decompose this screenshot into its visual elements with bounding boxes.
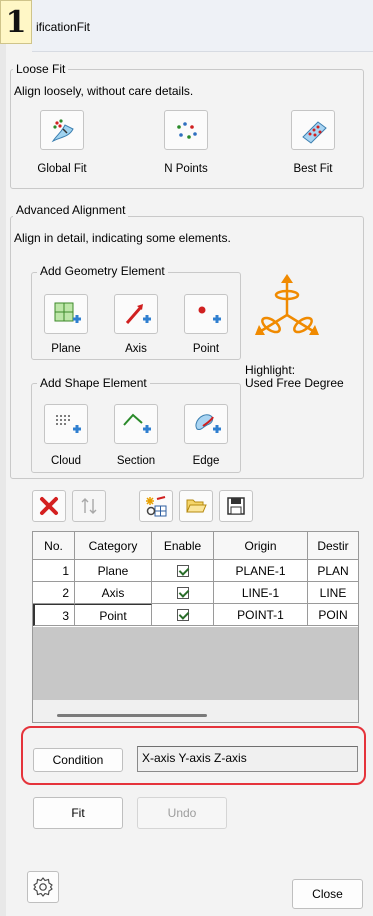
row-2-enable-checkbox[interactable] bbox=[176, 586, 189, 599]
advanced-alignment-description: Align in detail, indicating some element… bbox=[14, 231, 231, 245]
save-icon bbox=[227, 497, 245, 515]
section-add-icon bbox=[123, 413, 151, 433]
point-label: Point bbox=[192, 343, 220, 355]
window-title: ificationFit bbox=[36, 20, 91, 34]
column-header-no[interactable]: No. bbox=[33, 532, 75, 560]
n-points-label: N Points bbox=[164, 163, 208, 175]
axis-add-icon bbox=[125, 304, 151, 324]
table-settings-button[interactable] bbox=[139, 490, 173, 522]
row-1-enable-checkbox[interactable] bbox=[176, 564, 189, 577]
row-2-enable[interactable] bbox=[152, 582, 214, 604]
loose-fit-description: Align loosely, without care details. bbox=[14, 84, 194, 98]
plane-add-icon bbox=[54, 302, 81, 323]
open-folder-button[interactable] bbox=[179, 490, 213, 522]
table-settings-icon bbox=[146, 496, 167, 517]
condition-field[interactable]: X-axis Y-axis Z-axis bbox=[137, 746, 358, 772]
n-points-button[interactable] bbox=[164, 110, 208, 150]
advanced-alignment-legend: Advanced Alignment bbox=[13, 203, 129, 217]
row-1-destination[interactable]: PLAN bbox=[308, 560, 358, 582]
settings-button[interactable] bbox=[27, 871, 59, 903]
column-header-destination[interactable]: Destir bbox=[308, 532, 358, 560]
row-1-no[interactable]: 1 bbox=[33, 560, 75, 582]
add-section-button[interactable] bbox=[114, 404, 158, 444]
window-edge bbox=[0, 44, 6, 916]
global-fit-button[interactable] bbox=[40, 110, 84, 150]
gear-icon bbox=[33, 877, 53, 897]
step-badge: 1 bbox=[0, 0, 32, 44]
highlight-label: Highlight: Used Free Degree bbox=[245, 364, 344, 390]
plane-label: Plane bbox=[51, 343, 81, 355]
row-1-category[interactable]: Plane bbox=[75, 560, 152, 582]
add-cloud-button[interactable] bbox=[44, 404, 88, 444]
undo-button[interactable]: Undo bbox=[137, 797, 227, 829]
row-1-origin[interactable]: PLANE-1 bbox=[214, 560, 308, 582]
add-edge-button[interactable] bbox=[184, 404, 228, 444]
add-plane-button[interactable] bbox=[44, 294, 88, 334]
sort-button[interactable] bbox=[72, 490, 106, 522]
table-horizontal-scrollbar[interactable] bbox=[33, 700, 358, 722]
best-fit-label: Best Fit bbox=[293, 163, 333, 175]
column-header-category[interactable]: Category bbox=[75, 532, 152, 560]
row-2-category[interactable]: Axis bbox=[75, 582, 152, 604]
column-header-origin[interactable]: Origin bbox=[214, 532, 308, 560]
condition-button[interactable]: Condition bbox=[33, 748, 123, 772]
highlight-label-line2: Used Free Degree bbox=[245, 376, 344, 390]
row-3-category[interactable]: Point bbox=[75, 604, 152, 626]
sort-icon bbox=[81, 498, 97, 514]
close-button[interactable]: Close bbox=[292, 879, 363, 909]
best-fit-button[interactable] bbox=[291, 110, 335, 150]
geometry-element-legend: Add Geometry Element bbox=[37, 264, 168, 278]
cloud-label: Cloud bbox=[50, 455, 82, 467]
row-2-no[interactable]: 2 bbox=[33, 582, 75, 604]
add-point-button[interactable] bbox=[184, 294, 228, 334]
add-axis-button[interactable] bbox=[114, 294, 158, 334]
shape-element-legend: Add Shape Element bbox=[37, 376, 150, 390]
section-label: Section bbox=[116, 455, 156, 467]
delete-button[interactable] bbox=[32, 490, 66, 522]
alignment-table[interactable]: No. Category Enable Origin Destir 1 Plan… bbox=[32, 531, 359, 723]
fit-button[interactable]: Fit bbox=[33, 797, 123, 829]
global-fit-icon bbox=[51, 119, 74, 143]
free-degree-highlight-button[interactable] bbox=[251, 273, 323, 349]
axis-label: Axis bbox=[125, 343, 147, 355]
row-3-enable[interactable] bbox=[152, 604, 214, 626]
row-3-enable-checkbox[interactable] bbox=[176, 608, 189, 621]
scrollbar-thumb[interactable] bbox=[57, 714, 207, 717]
edge-label: Edge bbox=[192, 455, 220, 467]
row-2-origin[interactable]: LINE-1 bbox=[214, 582, 308, 604]
row-3-no[interactable]: 3 bbox=[33, 604, 75, 626]
point-add-icon bbox=[198, 306, 221, 323]
best-fit-icon bbox=[302, 121, 327, 144]
delete-icon bbox=[40, 497, 58, 515]
n-points-icon bbox=[177, 122, 197, 139]
row-1-enable[interactable] bbox=[152, 560, 214, 582]
cloud-add-icon bbox=[56, 415, 81, 433]
row-2-destination[interactable]: LINE bbox=[308, 582, 358, 604]
free-degree-icon bbox=[255, 274, 319, 335]
open-folder-icon bbox=[186, 499, 207, 513]
edge-add-icon bbox=[195, 414, 221, 433]
row-3-origin[interactable]: POINT-1 bbox=[214, 604, 308, 626]
column-header-enable[interactable]: Enable bbox=[152, 532, 214, 560]
row-3-destination[interactable]: POIN bbox=[308, 604, 358, 626]
global-fit-label: Global Fit bbox=[37, 163, 87, 175]
save-button[interactable] bbox=[219, 490, 253, 522]
loose-fit-legend: Loose Fit bbox=[13, 62, 69, 76]
